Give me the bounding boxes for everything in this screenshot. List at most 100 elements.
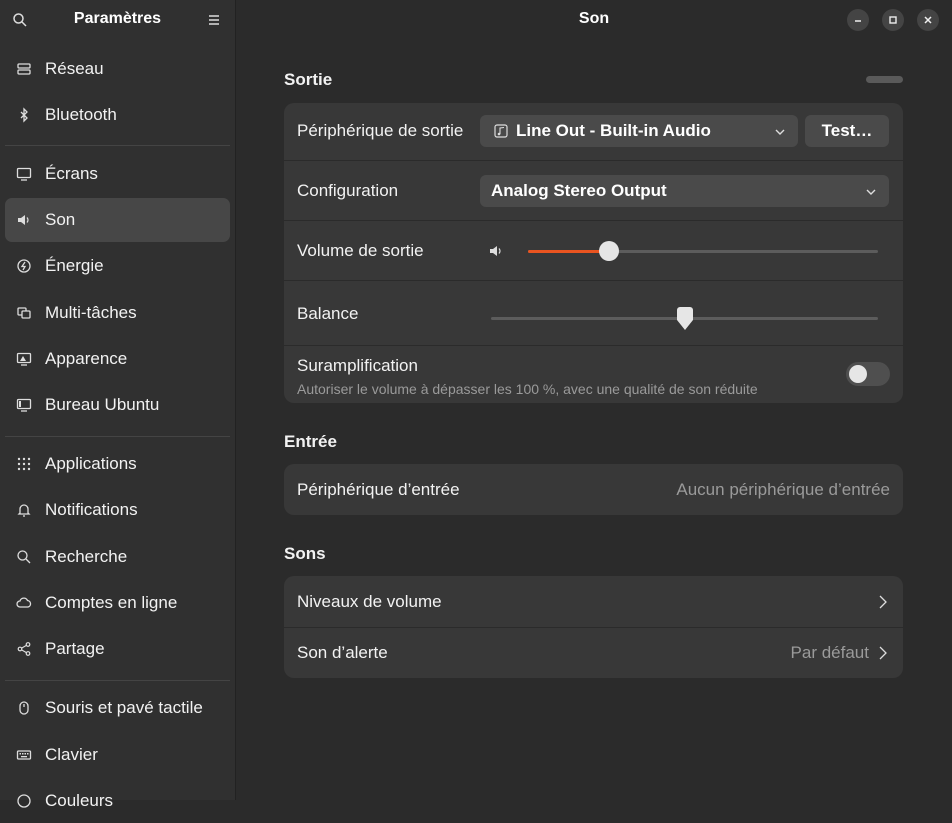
sidebar-item-label: Réseau	[45, 59, 104, 78]
volume-levels-label: Niveaux de volume	[297, 592, 442, 611]
sidebar-item-bluetooth[interactable]: Bluetooth	[5, 93, 230, 137]
sounds-card: Niveaux de volume Son d’alerte Par défau…	[284, 576, 903, 678]
overamplification-row: Suramplification Autoriser le volume à d…	[284, 346, 903, 403]
overamplification-label: Suramplification	[297, 356, 418, 375]
section-title-sortie: Sortie	[284, 70, 333, 89]
overamplification-toggle[interactable]	[846, 362, 890, 386]
sidebar: Paramètres Réseau Bluetooth Écrans Son É…	[0, 0, 236, 810]
test-button[interactable]: Test…	[805, 115, 889, 147]
slider-fill	[528, 250, 609, 253]
output-card: Périphérique de sortie Line Out - Built-…	[284, 103, 903, 403]
sidebar-item-comptes-en-ligne[interactable]: Comptes en ligne	[5, 581, 230, 625]
page-title: Son	[578, 10, 610, 27]
power-icon	[15, 257, 33, 275]
sidebar-item-apparence[interactable]: Apparence	[5, 337, 230, 381]
cloud-icon	[15, 594, 33, 612]
sidebar-item-label: Clavier	[45, 745, 98, 764]
sidebar-item-label: Notifications	[45, 500, 138, 519]
sidebar-item-son[interactable]: Son	[5, 198, 230, 242]
sidebar-item-souris[interactable]: Souris et pavé tactile	[5, 686, 230, 730]
sidebar-item-label: Souris et pavé tactile	[45, 698, 203, 717]
sidebar-divider	[5, 145, 230, 146]
sidebar-item-energie[interactable]: Énergie	[5, 244, 230, 288]
sidebar-item-ecrans[interactable]: Écrans	[5, 152, 230, 196]
close-button[interactable]	[917, 9, 939, 31]
volume-levels-row[interactable]: Niveaux de volume	[284, 576, 903, 627]
output-device-label: Périphérique de sortie	[297, 121, 464, 140]
sidebar-item-partage[interactable]: Partage	[5, 627, 230, 671]
alert-sound-value: Par défaut	[790, 643, 869, 662]
color-icon	[15, 792, 33, 810]
configuration-value: Analog Stereo Output	[491, 181, 667, 200]
share-icon	[15, 640, 33, 658]
balance-row: Balance	[284, 281, 903, 345]
input-device-label: Périphérique d’entrée	[297, 480, 460, 499]
slider-knob[interactable]	[599, 241, 619, 261]
close-icon	[924, 16, 932, 24]
bell-icon	[15, 501, 33, 519]
sidebar-item-label: Couleurs	[45, 791, 114, 810]
bluetooth-icon	[15, 106, 33, 124]
output-volume-slider[interactable]	[528, 241, 878, 261]
speaker-icon	[15, 211, 33, 229]
apps-grid-icon	[15, 455, 33, 473]
menu-icon[interactable]	[206, 12, 222, 28]
chevron-down-icon	[774, 125, 786, 143]
sidebar-item-applications[interactable]: Applications	[5, 442, 230, 486]
section-title-entree: Entrée	[284, 432, 337, 451]
overamplification-description: Autoriser le volume à dépasser les 100 %…	[297, 381, 758, 397]
sidebar-item-label: Bluetooth	[45, 105, 117, 124]
scrollbar[interactable]	[866, 76, 903, 83]
input-device-value: Aucun périphérique d’entrée	[676, 480, 890, 499]
sidebar-item-label: Écrans	[45, 164, 98, 183]
sidebar-item-couleurs[interactable]: Couleurs	[5, 779, 230, 823]
output-device-value: Line Out - Built-in Audio	[516, 121, 711, 140]
multitasking-icon	[15, 304, 33, 322]
sidebar-item-label: Multi-tâches	[45, 303, 137, 322]
balance-label: Balance	[297, 304, 359, 323]
sidebar-divider	[5, 436, 230, 437]
sidebar-item-label: Recherche	[45, 547, 128, 566]
chevron-down-icon	[865, 185, 877, 203]
alert-sound-label: Son d’alerte	[297, 643, 388, 662]
slider-knob[interactable]	[675, 307, 695, 331]
balance-slider[interactable]	[491, 307, 878, 331]
keyboard-icon	[15, 746, 33, 764]
chevron-right-icon	[879, 595, 887, 614]
configuration-dropdown[interactable]: Analog Stereo Output	[480, 175, 889, 207]
input-card: Périphérique d’entrée Aucun périphérique…	[284, 464, 903, 515]
sidebar-item-label: Apparence	[45, 349, 128, 368]
appearance-icon	[15, 350, 33, 368]
sidebar-title: Paramètres	[73, 10, 162, 27]
output-volume-label: Volume de sortie	[297, 241, 424, 260]
sidebar-divider	[5, 680, 230, 681]
maximize-button[interactable]	[882, 9, 904, 31]
sidebar-item-notifications[interactable]: Notifications	[5, 488, 230, 532]
sidebar-item-bureau-ubuntu[interactable]: Bureau Ubuntu	[5, 383, 230, 427]
speaker-icon[interactable]	[488, 243, 504, 264]
minimize-icon	[855, 20, 861, 22]
sidebar-item-clavier[interactable]: Clavier	[5, 733, 230, 777]
output-volume-row: Volume de sortie	[284, 221, 903, 280]
network-icon	[15, 60, 33, 78]
alert-sound-row[interactable]: Son d’alerte Par défaut	[284, 628, 903, 678]
music-icon	[494, 124, 508, 138]
sidebar-item-label: Partage	[45, 639, 105, 658]
minimize-button[interactable]	[847, 9, 869, 31]
sidebar-item-recherche[interactable]: Recherche	[5, 535, 230, 579]
sidebar-item-label: Énergie	[45, 256, 104, 275]
sidebar-item-multitaches[interactable]: Multi-tâches	[5, 291, 230, 335]
sidebar-item-label: Bureau Ubuntu	[45, 395, 160, 414]
chevron-right-icon	[879, 646, 887, 665]
search-icon	[15, 548, 33, 566]
section-title-sons: Sons	[284, 544, 326, 563]
sidebar-item-label: Comptes en ligne	[45, 593, 178, 612]
maximize-icon	[889, 16, 897, 24]
toggle-knob	[849, 365, 867, 383]
sidebar-item-reseau[interactable]: Réseau	[5, 47, 230, 91]
ubuntu-desktop-icon	[15, 396, 33, 414]
mouse-icon	[15, 699, 33, 717]
output-device-row: Périphérique de sortie Line Out - Built-…	[284, 103, 903, 160]
configuration-label: Configuration	[297, 181, 399, 200]
output-device-dropdown[interactable]: Line Out - Built-in Audio	[480, 115, 798, 147]
